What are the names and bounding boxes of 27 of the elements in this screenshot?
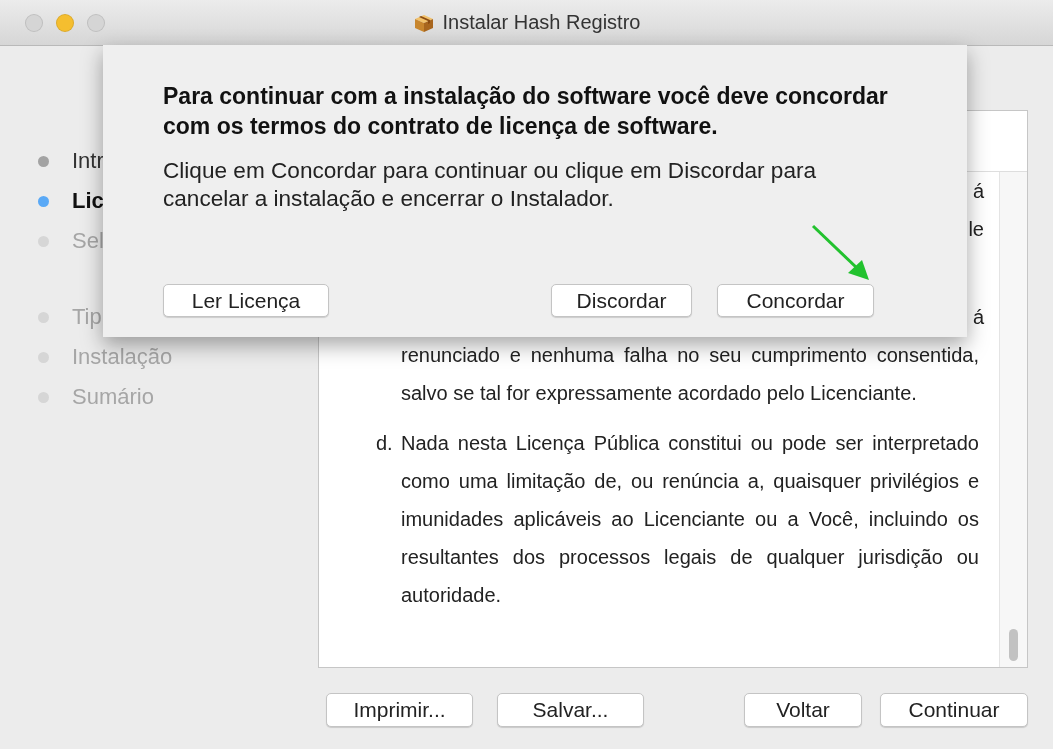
action-button[interactable]: Salvar...: [497, 693, 644, 727]
license-paragraph: Nada nesta Licença Pública constitui ou pode ser interpretado como uma limitação de, ou renúncia a, quaisquer privilégios e imunidades aplicáveis ao Licenciante ou a Você, incluindo os resultantes dos processos legais de qualquer jurisdição ou autoridade.: [401, 431, 979, 608]
pointer-arrow: [810, 223, 872, 283]
text-fragment: á le: [968, 179, 984, 242]
package-icon: [412, 12, 435, 33]
text-fragment: á: [972, 305, 984, 330]
dialog-message: Clique em Concordar para continuar ou clique em Discordar para cancelar a instalação e encerrar o Instalador.: [163, 157, 818, 213]
disagree-button[interactable]: Discordar: [551, 284, 692, 317]
nav-button[interactable]: Continuar: [880, 693, 1028, 727]
step-label: Sumário: [72, 384, 154, 410]
action-button[interactable]: Imprimir...: [326, 693, 473, 727]
read-license-button[interactable]: Ler Licença: [163, 284, 329, 317]
close-button[interactable]: [25, 13, 43, 32]
minimize-button[interactable]: [56, 13, 74, 32]
step-label: Lic: [72, 188, 104, 214]
step-label: Tip: [72, 304, 102, 330]
agree-button[interactable]: Concordar: [717, 284, 874, 317]
license-paragraph: renunciado e nenhuma falha no seu cumprimento consentida, salvo se tal for expressamente acordado pelo Licenciante.: [401, 343, 979, 406]
step-label: Sel: [72, 228, 104, 254]
nav-button[interactable]: Voltar: [744, 693, 862, 727]
zoom-button[interactable]: [87, 13, 105, 32]
scrollbar-thumb[interactable]: [1009, 629, 1018, 661]
step-label: Instalação: [72, 344, 173, 370]
window-title: Instalar Hash Registro: [442, 11, 641, 34]
list-marker: d.: [376, 431, 394, 456]
dialog-title: Para continuar com a instalação do software você deve concordar com os termos do contrato de licença de software.: [163, 82, 889, 141]
step-label: Intr: [72, 148, 104, 174]
